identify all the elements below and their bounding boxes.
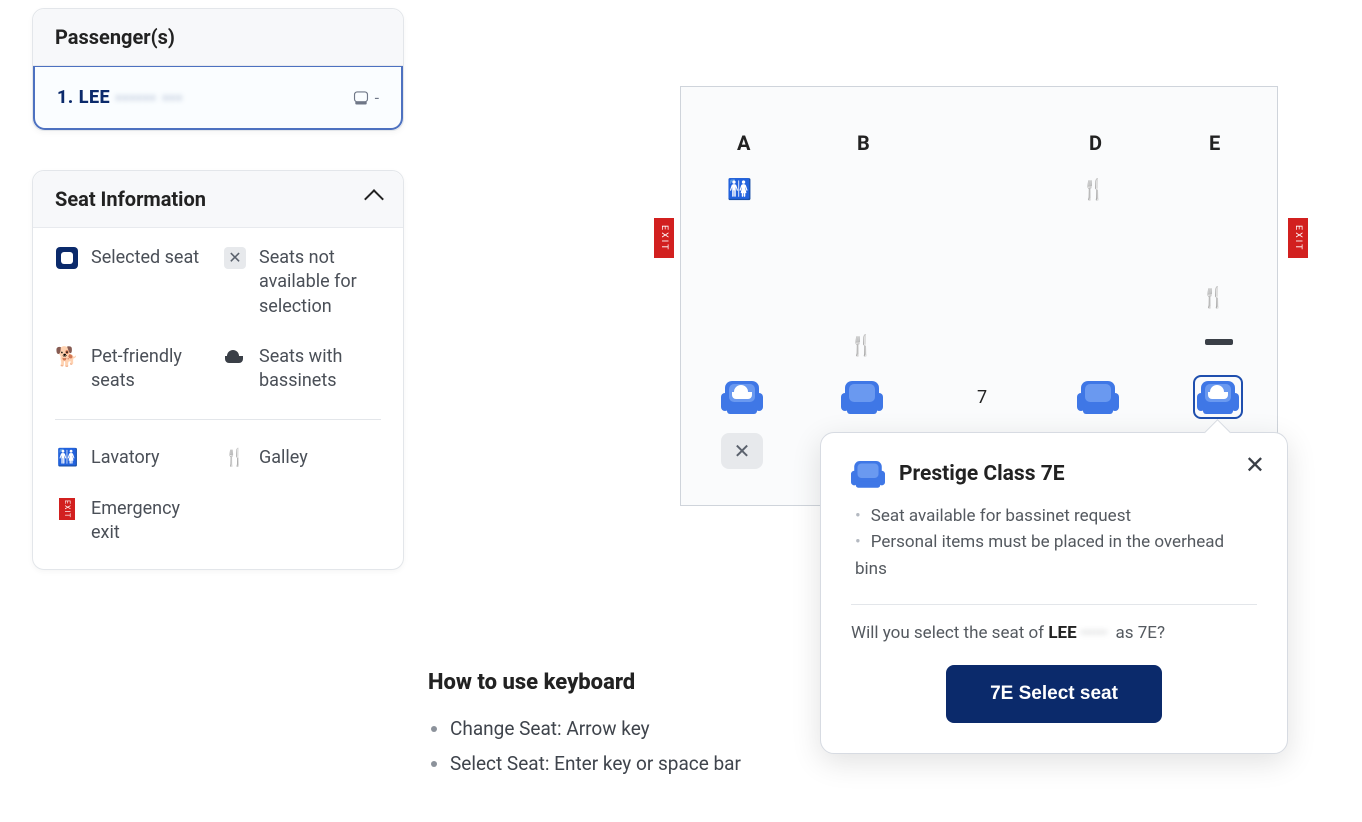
chevron-up-icon — [364, 189, 384, 209]
popover-info-item: Personal items must be placed in the ove… — [855, 529, 1257, 582]
passenger-name: 1. LEE — [57, 87, 110, 108]
keyboard-help-item: Change Seat: Arrow key — [450, 711, 741, 746]
popover-info-item: Seat available for bassinet request — [855, 503, 1257, 529]
passenger-header-text: Passenger(s) — [55, 25, 175, 49]
row-number-7: 7 — [977, 387, 987, 408]
legend-bassinet: Seats with bassinets — [223, 345, 381, 394]
legend-exit: EXIT Emergency exit — [55, 497, 213, 546]
seat-8A-unavailable: ✕ — [721, 433, 763, 469]
seat-info-header[interactable]: Seat Information — [33, 171, 403, 228]
exit-tag-right: EXIT — [1288, 218, 1308, 258]
lavatory-icon: 🚻 — [727, 177, 752, 201]
slot-marker — [1205, 339, 1233, 345]
unavailable-icon: ✕ — [224, 247, 246, 269]
legend-galley: 🍴 Galley — [223, 446, 381, 470]
exit-tag-left: EXIT — [654, 218, 674, 258]
passenger-panel: Passenger(s) 1. LEE ······ ··· - — [32, 8, 404, 131]
passenger-header: Passenger(s) — [33, 9, 403, 66]
seat-7E[interactable] — [1197, 379, 1239, 415]
col-header-d: D — [1089, 131, 1102, 155]
legend-lavatory: 🚻 Lavatory — [55, 446, 213, 470]
exit-icon: EXIT — [59, 498, 75, 520]
legend-unavailable: ✕ Seats not available for selection — [223, 246, 381, 319]
seat-7B[interactable] — [841, 379, 883, 415]
lavatory-icon: 🚻 — [55, 446, 79, 470]
keyboard-help: How to use keyboard Change Seat: Arrow k… — [428, 670, 741, 781]
select-seat-button[interactable]: 7E Select seat — [946, 665, 1162, 723]
galley-icon: 🍴 — [849, 333, 874, 357]
seat-7D[interactable] — [1077, 379, 1119, 415]
passenger-name-masked: ······ ··· — [116, 88, 183, 107]
galley-icon: 🍴 — [1081, 177, 1106, 201]
seat-icon — [851, 459, 885, 489]
galley-icon: 🍴 — [1201, 285, 1226, 309]
seat-info-body: Selected seat ✕ Seats not available for … — [33, 228, 403, 569]
pet-icon: 🐕 — [55, 345, 79, 369]
passenger-seat-slot: - — [353, 88, 379, 107]
keyboard-help-item: Select Seat: Enter key or space bar — [450, 746, 741, 781]
popover-info-list: Seat available for bassinet request Pers… — [851, 503, 1257, 582]
selected-seat-icon — [56, 247, 78, 269]
seat-icon — [353, 91, 369, 105]
seat-detail-popover: ✕ Prestige Class 7E Seat available for b… — [820, 432, 1288, 754]
col-header-b: B — [857, 131, 870, 155]
keyboard-help-title: How to use keyboard — [428, 670, 741, 695]
seat-7A[interactable] — [721, 379, 763, 415]
col-header-e: E — [1209, 131, 1220, 155]
legend-pet: 🐕 Pet-friendly seats — [55, 345, 213, 394]
close-button[interactable]: ✕ — [1241, 447, 1269, 484]
passenger-row-1[interactable]: 1. LEE ······ ··· - — [33, 66, 403, 130]
col-header-a: A — [737, 131, 750, 155]
seat-info-panel: Seat Information Selected seat ✕ Seats n… — [32, 170, 404, 570]
popover-question: Will you select the seat of LEE······ as… — [851, 623, 1257, 643]
popover-title: Prestige Class 7E — [899, 462, 1065, 486]
galley-icon: 🍴 — [223, 446, 247, 470]
legend-selected: Selected seat — [55, 246, 213, 319]
bassinet-icon — [223, 345, 247, 369]
seat-info-title: Seat Information — [55, 187, 206, 211]
